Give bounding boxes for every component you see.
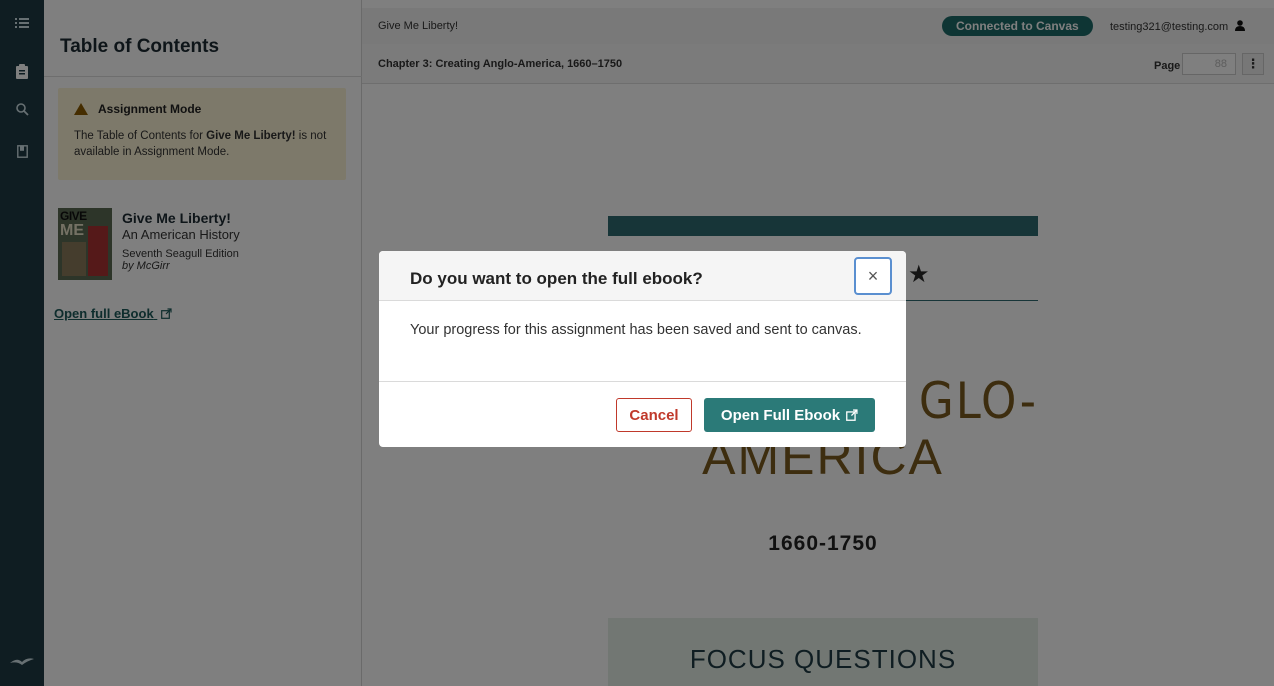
close-icon: ×: [867, 265, 879, 286]
open-ebook-dialog: Do you want to open the full ebook? × Yo…: [379, 251, 906, 447]
open-full-ebook-button[interactable]: Open Full Ebook: [704, 398, 875, 432]
dialog-header: Do you want to open the full ebook?: [379, 251, 906, 301]
app: Table of Contents Assignment Mode The Ta…: [0, 0, 1274, 686]
external-link-icon: [846, 409, 858, 421]
dialog-message: Your progress for this assignment has be…: [410, 322, 862, 338]
open-full-ebook-button-label: Open Full Ebook: [720, 406, 841, 424]
close-button[interactable]: ×: [854, 257, 892, 295]
cancel-button[interactable]: Cancel: [616, 398, 692, 432]
dialog-title: Do you want to open the full ebook?: [410, 269, 703, 288]
divider: [379, 381, 906, 382]
